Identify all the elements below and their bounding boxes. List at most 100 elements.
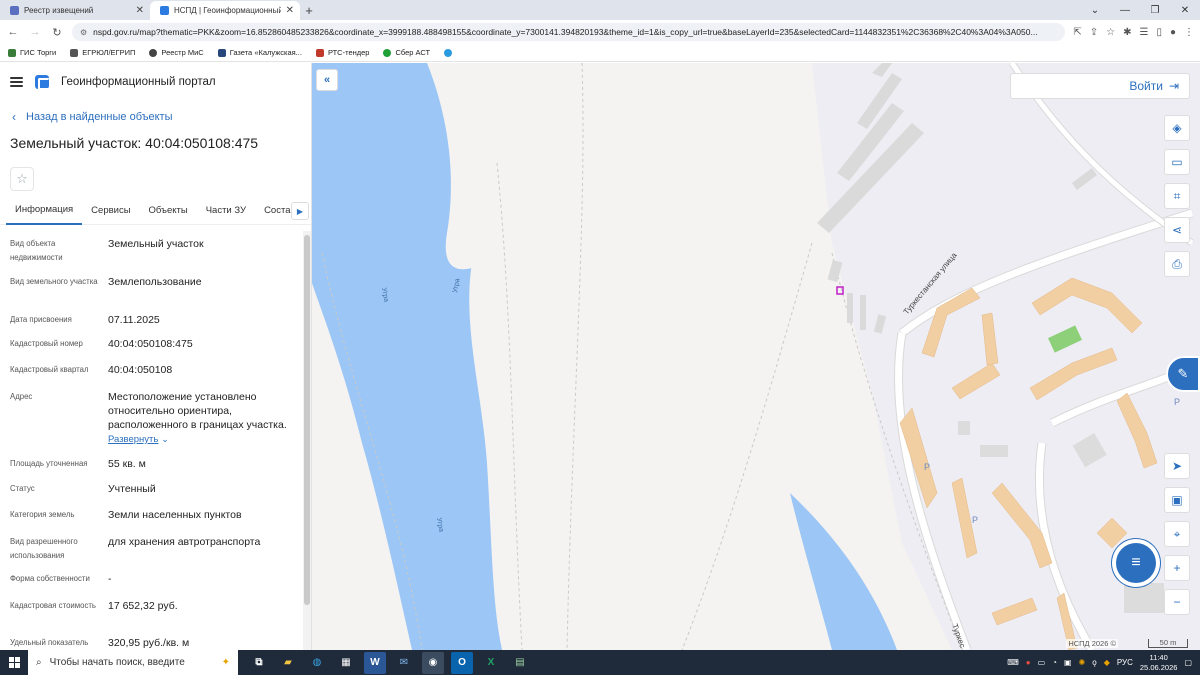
new-tab-button[interactable]: + [300, 1, 318, 20]
chrome-icon[interactable]: ◉ [422, 651, 444, 674]
clock-time: 11:40 [1149, 652, 1168, 662]
zoom-in-icon[interactable]: + [1164, 555, 1190, 581]
back-to-results-link[interactable]: ‹ Назад в найденные объекты [0, 109, 311, 125]
portal-logo-icon [35, 75, 50, 90]
url-input[interactable]: ⚙ nspd.gov.ru/map?thematic=PKK&zoom=16.8… [72, 23, 1066, 41]
reload-icon[interactable]: ↻ [50, 26, 64, 39]
tab-information[interactable]: Информация [6, 197, 83, 225]
ruler-icon[interactable]: ▭ [1164, 149, 1190, 175]
site-info-icon[interactable]: ⚙ [80, 28, 87, 37]
language-indicator[interactable]: РУС [1117, 658, 1133, 667]
store-icon[interactable]: ▦ [335, 652, 357, 674]
zoom-out-icon[interactable]: − [1164, 589, 1190, 615]
print-icon[interactable]: ⎙ [1164, 251, 1190, 277]
extensions-icon[interactable]: ✱ [1123, 27, 1131, 38]
tray-app-icon[interactable]: ▭ [1038, 658, 1046, 667]
menu-icon[interactable]: ⋮ [1184, 27, 1194, 38]
word-icon[interactable]: W [364, 651, 386, 674]
calculator-icon[interactable]: ▤ [509, 652, 531, 674]
browser-tab-active[interactable]: НСПД | Геоинформационный п ✕ [150, 1, 300, 20]
sidebar-scrollbar-thumb[interactable] [304, 235, 310, 605]
reading-list-icon[interactable]: ☰ [1139, 27, 1148, 38]
notifications-icon[interactable]: ▢ [1184, 658, 1192, 667]
tab-services[interactable]: Сервисы [82, 197, 139, 225]
geolocation-icon[interactable]: ➤ [1164, 453, 1190, 479]
bookmark-item[interactable]: ГИС Торги [8, 48, 56, 57]
portal-title: Геоинформационный портал [61, 76, 216, 88]
close-window-icon[interactable]: ✕ [1170, 0, 1200, 20]
property-value: Земли населенных пунктов [108, 509, 242, 521]
outlook-icon[interactable]: O [451, 651, 473, 674]
map-svg: Угра Угра Угра Туркестанская улица Турке… [312, 63, 1200, 650]
tray-app-icon[interactable]: ● [1026, 658, 1031, 667]
bookmark-favicon-icon [383, 48, 392, 57]
tab-parts[interactable]: Части ЗУ [197, 197, 255, 225]
bookmark-item[interactable]: РТС-тендер [315, 48, 369, 57]
profile-icon[interactable]: ● [1170, 27, 1176, 38]
tab-search-icon[interactable]: ⌄ [1080, 0, 1110, 20]
hamburger-menu-icon[interactable] [10, 77, 23, 87]
sidepanel-icon[interactable]: ▯ [1156, 27, 1162, 38]
bookmark-item[interactable]: Сбер АСТ [383, 48, 430, 57]
windows-start-icon[interactable] [0, 650, 28, 675]
login-label: Войти [1129, 79, 1163, 93]
mail-icon[interactable]: ✉ [393, 652, 415, 674]
keyboard-icon[interactable]: ⌨ [1007, 658, 1019, 667]
bookmark-item[interactable]: Газета «Калужская... [217, 48, 302, 57]
layers-icon[interactable]: ◈ [1164, 115, 1190, 141]
sparkle-icon: ✦ [221, 657, 230, 668]
property-key: Кадастровая стоимость [10, 601, 96, 610]
clock[interactable]: 11:40 25.06.2026 [1140, 653, 1178, 673]
taskbar-search-input[interactable]: ⌕ Чтобы начать поиск, введите ✦ [28, 650, 238, 675]
property-value: 07.11.2025 [108, 314, 160, 326]
windows-taskbar: ⌕ Чтобы начать поиск, введите ✦ ⧉ ▰ ◍ ▦ … [0, 650, 1200, 675]
bookmark-item[interactable]: ЕГРЮЛ/ЕГРИП [70, 48, 135, 57]
browser-tab[interactable]: Реестр извещений ✕ [0, 1, 150, 20]
bookmark-item[interactable] [444, 48, 453, 57]
favorite-star-icon[interactable]: ☆ [10, 167, 34, 191]
property-key: Категория земель [10, 510, 75, 519]
tab-objects[interactable]: Объекты [140, 197, 197, 225]
assistant-widget-icon[interactable]: ✎ [1166, 356, 1200, 392]
install-icon[interactable]: ⇱ [1073, 27, 1081, 38]
map-canvas[interactable]: Угра Угра Угра Туркестанская улица Турке… [312, 63, 1200, 650]
forward-icon[interactable]: → [28, 26, 42, 38]
tray-app-icon[interactable]: ▣ [1064, 658, 1072, 667]
expand-address-link[interactable]: Развернуть [108, 434, 158, 445]
property-value: для хранения автротранспорта [108, 536, 261, 548]
property-key: Адрес [10, 392, 33, 401]
taskbar-apps: ⧉ ▰ ◍ ▦ W ✉ ◉ O X ▤ [248, 651, 531, 674]
edge-icon[interactable]: ◍ [306, 652, 328, 674]
maximize-icon[interactable]: ❐ [1140, 0, 1170, 20]
chevron-left-icon: ‹ [12, 110, 16, 124]
property-value: 320,95 руб./кв. м [108, 637, 190, 649]
search-location-icon[interactable]: ⌖ [1164, 521, 1190, 547]
collapse-sidebar-button[interactable]: « [316, 69, 338, 91]
tray-app-icon[interactable]: ◆ [1104, 658, 1110, 667]
clock-date: 25.06.2026 [1139, 662, 1178, 672]
chat-support-icon[interactable]: ≡ [1116, 543, 1156, 583]
login-button[interactable]: Войти ⇥ [1010, 73, 1190, 99]
bookmark-item[interactable]: Реестр МиС [149, 48, 204, 57]
window-controls: ⌄ — ❐ ✕ [1080, 0, 1200, 20]
task-view-icon[interactable]: ⧉ [248, 652, 270, 674]
basemap-icon[interactable]: ▣ [1164, 487, 1190, 513]
close-tab-icon[interactable]: ✕ [286, 5, 294, 16]
network-icon[interactable]: ◔ [1052, 658, 1057, 667]
back-icon[interactable]: ← [6, 26, 20, 38]
close-tab-icon[interactable]: ✕ [136, 5, 144, 16]
property-value: 17 652,32 руб. [108, 600, 178, 612]
select-area-icon[interactable]: ⌗ [1164, 183, 1190, 209]
chevron-down-icon[interactable]: ⌄ [161, 434, 169, 444]
bookmark-star-icon[interactable]: ☆ [1106, 27, 1115, 38]
login-icon: ⇥ [1168, 79, 1179, 93]
tabs-scroll-right-icon[interactable]: ▶ [291, 202, 309, 220]
excel-icon[interactable]: X [480, 652, 502, 674]
share-icon[interactable]: ⋖ [1164, 217, 1190, 243]
object-title: Земельный участок: 40:04:050108:475 [10, 135, 259, 151]
minimize-icon[interactable]: — [1110, 0, 1140, 20]
share-icon[interactable]: ⇪ [1090, 27, 1098, 38]
weather-icon[interactable]: ✺ [1079, 658, 1086, 667]
tray-app-icon[interactable]: ǫ [1092, 658, 1096, 667]
file-explorer-icon[interactable]: ▰ [277, 652, 299, 674]
